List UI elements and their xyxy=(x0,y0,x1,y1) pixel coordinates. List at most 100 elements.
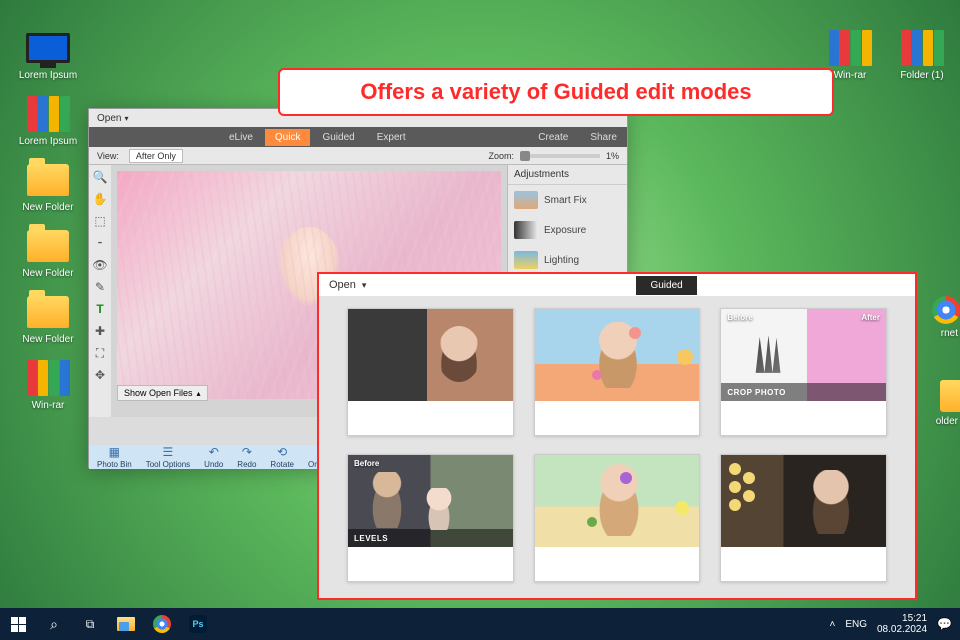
zoom-value: 1% xyxy=(606,151,619,161)
guided-edits-window: Open Guided Before After CROP PHOTO Befo… xyxy=(317,272,917,600)
tooloptions-icon: ☰ xyxy=(163,445,174,459)
tab-guided[interactable]: Guided xyxy=(636,276,696,295)
taskbar: ⌕ ⧉ Ps ˄ ENG 15:21 08.02.2024 💬 xyxy=(0,608,960,640)
clock-time: 15:21 xyxy=(877,613,927,624)
desktop-icon-folder1[interactable]: Folder (1) xyxy=(892,30,952,81)
desktop-icon-label: Lorem Ipsum xyxy=(18,70,78,81)
task-view-button[interactable]: ⧉ xyxy=(72,608,108,640)
desktop-icon-label: Folder (1) xyxy=(892,70,952,81)
tab-quick[interactable]: Quick xyxy=(265,129,311,146)
photoshop-icon: Ps xyxy=(189,615,207,633)
chrome-icon xyxy=(153,615,171,633)
rotate-icon: ⟲ xyxy=(277,445,287,459)
desktop-icon-binders[interactable]: Lorem Ipsum xyxy=(18,96,78,147)
guided-grid: Before After CROP PHOTO Before LEVELS xyxy=(319,296,915,594)
guided-card-crop[interactable]: Before After CROP PHOTO xyxy=(720,308,887,436)
view-select[interactable]: After Only xyxy=(129,149,183,163)
before-tag: Before xyxy=(354,459,379,468)
redo-button[interactable]: ↷Redo xyxy=(237,445,256,469)
explorer-icon xyxy=(117,617,135,631)
adjustments-header: Adjustments xyxy=(508,165,627,185)
desktop-icon-label: Win-rar xyxy=(18,400,78,411)
undo-icon: ↶ xyxy=(209,445,219,459)
view-label: View: xyxy=(97,151,119,161)
chrome-icon[interactable] xyxy=(932,296,960,324)
adj-label: Smart Fix xyxy=(544,195,587,206)
tab-share[interactable]: Share xyxy=(580,129,627,146)
card-overlay-label: CROP PHOTO xyxy=(721,383,886,401)
desktop-icon-thispc[interactable]: Lorem Ipsum xyxy=(18,30,78,81)
view-bar: View: After Only Zoom: 1% xyxy=(89,147,627,165)
mode-tabs: eLive Quick Guided Expert Create Share xyxy=(89,127,627,147)
guided-card[interactable] xyxy=(347,308,514,436)
folder-icon xyxy=(26,294,70,330)
desktop-icon-label: New Folder xyxy=(18,202,78,213)
tab-expert[interactable]: Expert xyxy=(367,129,416,146)
callout-banner: Offers a variety of Guided edit modes xyxy=(278,68,834,116)
eyedropper-icon[interactable]: ⁃ xyxy=(92,235,108,251)
guided-top-bar: Open Guided xyxy=(319,274,915,296)
guided-card[interactable] xyxy=(534,454,701,582)
tool-options-button[interactable]: ☰Tool Options xyxy=(146,445,190,469)
folder-icon xyxy=(26,162,70,198)
tab-guided[interactable]: Guided xyxy=(312,129,364,146)
adj-lighting[interactable]: Lighting xyxy=(508,245,627,275)
monitor-icon xyxy=(26,30,70,66)
guided-card[interactable] xyxy=(720,454,887,582)
desktop-icon-winrar[interactable]: Win-rar xyxy=(18,360,78,411)
open-menu[interactable]: Open xyxy=(97,113,128,124)
zoom-label: Zoom: xyxy=(488,151,514,161)
crop-tool-icon[interactable]: ⛶ xyxy=(92,345,108,361)
selection-tool-icon[interactable]: ⬚ xyxy=(92,213,108,229)
clock-date: 08.02.2024 xyxy=(877,624,927,635)
after-tag: After xyxy=(861,313,880,322)
move-tool-icon[interactable]: ✥ xyxy=(92,367,108,383)
notifications-icon[interactable]: 💬 xyxy=(937,617,952,631)
desktop-icon-folder[interactable]: New Folder xyxy=(18,294,78,345)
tray-chevron-icon[interactable]: ˄ xyxy=(829,619,835,630)
language-indicator[interactable]: ENG xyxy=(845,619,867,630)
explorer-button[interactable] xyxy=(108,608,144,640)
rotate-button[interactable]: ⟲Rotate xyxy=(270,445,294,469)
tab-create[interactable]: Create xyxy=(528,129,578,146)
binders-icon xyxy=(900,30,944,66)
binders-icon xyxy=(828,30,872,66)
desktop-icon-label: Lorem Ipsum xyxy=(18,136,78,147)
chrome-button[interactable] xyxy=(144,608,180,640)
folder-icon[interactable] xyxy=(940,380,960,412)
guided-card[interactable] xyxy=(534,308,701,436)
desktop-icon-label: rnet xyxy=(941,328,958,339)
desktop-icon-folder[interactable]: New Folder xyxy=(18,228,78,279)
toolbox: 🔍 ✋ ⬚ ⁃ 👁 ✎ T ✚ ⛶ ✥ xyxy=(89,165,111,417)
adj-smartfix[interactable]: Smart Fix xyxy=(508,185,627,215)
photo-bin-button[interactable]: ▦Photo Bin xyxy=(97,445,132,469)
tab-elive[interactable]: eLive xyxy=(219,129,263,146)
desktop-icon-folder[interactable]: New Folder xyxy=(18,162,78,213)
redeye-tool-icon[interactable]: 👁 xyxy=(92,257,108,273)
adj-exposure[interactable]: Exposure xyxy=(508,215,627,245)
guided-card-levels[interactable]: Before LEVELS xyxy=(347,454,514,582)
zoom-tool-icon[interactable]: 🔍 xyxy=(92,169,108,185)
healing-tool-icon[interactable]: ✚ xyxy=(92,323,108,339)
zoom-slider[interactable] xyxy=(520,154,600,158)
search-button[interactable]: ⌕ xyxy=(36,608,72,640)
binders-icon xyxy=(26,360,70,396)
adj-label: Exposure xyxy=(544,225,586,236)
brush-tool-icon[interactable]: ✎ xyxy=(92,279,108,295)
desktop-icon-label: older xyxy=(936,416,958,427)
taskview-icon: ⧉ xyxy=(86,617,95,632)
undo-button[interactable]: ↶Undo xyxy=(204,445,223,469)
clock[interactable]: 15:21 08.02.2024 xyxy=(877,613,927,635)
redo-icon: ↷ xyxy=(242,445,252,459)
photoshop-button[interactable]: Ps xyxy=(180,608,216,640)
type-tool-icon[interactable]: T xyxy=(92,301,108,317)
start-button[interactable] xyxy=(0,608,36,640)
card-overlay-label: LEVELS xyxy=(348,529,513,547)
adj-label: Lighting xyxy=(544,255,579,266)
binders-icon xyxy=(26,96,70,132)
show-open-files[interactable]: Show Open Files▴ xyxy=(117,385,208,401)
open-menu[interactable]: Open xyxy=(319,279,376,291)
photobin-icon: ▦ xyxy=(109,445,120,459)
hand-tool-icon[interactable]: ✋ xyxy=(92,191,108,207)
windows-icon xyxy=(11,617,26,632)
